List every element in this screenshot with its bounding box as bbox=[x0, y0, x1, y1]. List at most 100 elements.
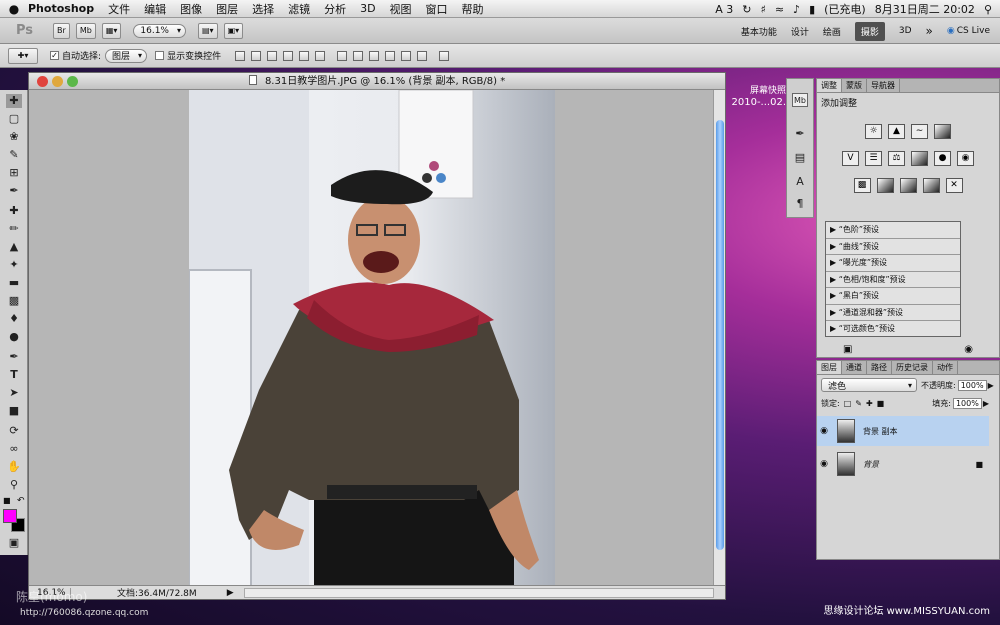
3d-orbit-tool-icon[interactable]: ∞ bbox=[6, 442, 22, 456]
zoom-level-select[interactable]: 16.1% bbox=[133, 23, 186, 38]
layer-name[interactable]: 背景 副本 bbox=[863, 426, 898, 437]
align-right-icon[interactable] bbox=[315, 50, 326, 61]
mini-bridge-panel-icon[interactable]: Mb bbox=[792, 93, 808, 107]
blur-tool-icon[interactable]: ♦ bbox=[6, 312, 22, 326]
crop-tool-icon[interactable]: ⊞ bbox=[6, 166, 22, 180]
bluetooth-icon[interactable]: ♯ bbox=[761, 3, 766, 16]
volume-icon[interactable]: ♪ bbox=[793, 3, 800, 16]
battery-icon[interactable]: ▮ bbox=[809, 3, 815, 16]
align-top-icon[interactable] bbox=[235, 50, 246, 61]
shape-tool-icon[interactable]: ■ bbox=[6, 404, 22, 418]
auto-align-icon[interactable] bbox=[439, 50, 450, 61]
levels-icon[interactable]: ▲ bbox=[888, 124, 905, 139]
marquee-tool-icon[interactable]: ▢ bbox=[6, 112, 22, 126]
swap-colors-icon[interactable]: ↶ bbox=[17, 496, 25, 506]
workspace-3d[interactable]: 3D bbox=[899, 26, 912, 36]
preset-hue-saturation[interactable]: ▶ “色相/饱和度”预设 bbox=[826, 272, 960, 288]
hand-tool-icon[interactable]: ✋ bbox=[6, 460, 22, 474]
pen-tool-icon[interactable]: ✒ bbox=[6, 350, 22, 364]
wifi-icon[interactable]: ≈ bbox=[775, 3, 784, 16]
brush-panel-icon[interactable]: ▤ bbox=[792, 151, 808, 165]
vertical-scroll-thumb[interactable] bbox=[716, 120, 724, 550]
align-hcenter-icon[interactable] bbox=[299, 50, 310, 61]
path-select-tool-icon[interactable]: ➤ bbox=[6, 386, 22, 400]
blend-mode-select[interactable]: 滤色 bbox=[821, 378, 917, 392]
tab-paths[interactable]: 路径 bbox=[867, 361, 892, 374]
tab-masks[interactable]: 蒙版 bbox=[842, 79, 867, 92]
preset-exposure[interactable]: ▶ “曝光度”预设 bbox=[826, 255, 960, 272]
curves-icon[interactable]: ∼ bbox=[911, 124, 928, 139]
menu-file[interactable]: 文件 bbox=[108, 1, 130, 17]
eyedropper-tool-icon[interactable]: ✒ bbox=[6, 184, 22, 198]
character-panel-icon[interactable]: A bbox=[792, 175, 808, 189]
hue-saturation-icon[interactable]: ☰ bbox=[865, 151, 882, 166]
preset-curves[interactable]: ▶ “曲线”预设 bbox=[826, 239, 960, 255]
workspace-design[interactable]: 设计 bbox=[791, 25, 809, 38]
invert-icon[interactable]: ▩ bbox=[853, 178, 871, 193]
workspace-more-button[interactable]: » bbox=[926, 24, 933, 38]
tab-layers[interactable]: 图层 bbox=[817, 361, 842, 374]
workspace-essentials[interactable]: 基本功能 bbox=[741, 25, 777, 38]
preset-levels[interactable]: ▶ “色阶”预设 bbox=[826, 222, 960, 239]
threshold-icon[interactable] bbox=[899, 178, 917, 193]
menu-help[interactable]: 帮助 bbox=[462, 1, 484, 17]
distribute-vcenter-icon[interactable] bbox=[353, 50, 364, 61]
lasso-tool-icon[interactable]: ❀ bbox=[6, 130, 22, 144]
spotlight-icon[interactable]: ⚲ bbox=[984, 3, 992, 16]
quick-mask-icon[interactable]: ▣ bbox=[6, 536, 22, 550]
distribute-bottom-icon[interactable] bbox=[369, 50, 380, 61]
menu-window[interactable]: 窗口 bbox=[426, 1, 448, 17]
brightness-contrast-icon[interactable]: ☼ bbox=[865, 124, 882, 139]
clone-stamp-tool-icon[interactable]: ▲ bbox=[6, 240, 22, 254]
lock-position-icon[interactable]: ✚ bbox=[866, 399, 873, 408]
menu-filter[interactable]: 滤镜 bbox=[288, 1, 310, 17]
lock-transparency-icon[interactable]: □ bbox=[844, 399, 852, 408]
black-white-icon[interactable] bbox=[911, 151, 928, 166]
input-method-indicator[interactable]: A 3 bbox=[715, 3, 733, 16]
photo-filter-icon[interactable]: ● bbox=[934, 151, 951, 166]
gradient-tool-icon[interactable]: ▩ bbox=[6, 294, 22, 308]
menu-layer[interactable]: 图层 bbox=[216, 1, 238, 17]
layer-visibility-eye-icon[interactable]: ◉ bbox=[817, 426, 831, 436]
distribute-right-icon[interactable] bbox=[417, 50, 428, 61]
distribute-hcenter-icon[interactable] bbox=[401, 50, 412, 61]
channel-mixer-icon[interactable]: ◉ bbox=[957, 151, 974, 166]
menu-image[interactable]: 图像 bbox=[180, 1, 202, 17]
zoom-tool-icon[interactable]: ⚲ bbox=[6, 478, 22, 492]
tab-actions[interactable]: 动作 bbox=[933, 361, 958, 374]
align-bottom-icon[interactable] bbox=[267, 50, 278, 61]
arrange-documents-button[interactable]: ▤▾ bbox=[197, 22, 218, 39]
paragraph-panel-icon[interactable]: ¶ bbox=[792, 197, 808, 211]
bridge-button[interactable]: Br bbox=[53, 22, 70, 39]
lock-pixels-icon[interactable]: ✎ bbox=[855, 399, 862, 408]
auto-select-target-select[interactable]: 图层 bbox=[105, 48, 148, 63]
fill-input[interactable]: 100% bbox=[952, 398, 982, 409]
color-balance-icon[interactable]: ⚖ bbox=[888, 151, 905, 166]
brush-tool-icon[interactable]: ✏ bbox=[6, 222, 22, 236]
tab-adjustments[interactable]: 调整 bbox=[817, 79, 842, 92]
lock-all-icon[interactable]: ■ bbox=[877, 399, 885, 408]
distribute-left-icon[interactable] bbox=[385, 50, 396, 61]
exposure-icon[interactable] bbox=[934, 124, 951, 139]
opacity-input[interactable]: 100% bbox=[957, 379, 987, 391]
auto-select-checkbox[interactable]: ✓ bbox=[50, 51, 59, 60]
dodge-tool-icon[interactable]: ● bbox=[6, 330, 22, 344]
preset-selective-color[interactable]: ▶ “可选颜色”预设 bbox=[826, 321, 960, 338]
layer-row-background-copy[interactable]: ◉ 背景 副本 bbox=[817, 416, 989, 446]
minimize-window-button[interactable] bbox=[52, 76, 63, 87]
view-extras-button[interactable]: ▦▾ bbox=[101, 22, 122, 39]
menu-3d[interactable]: 3D bbox=[360, 2, 375, 15]
workspace-photography[interactable]: 摄影 bbox=[854, 21, 885, 41]
vibrance-icon[interactable]: V bbox=[842, 151, 859, 166]
close-window-button[interactable] bbox=[37, 76, 48, 87]
clock[interactable]: 8月31日周二 20:02 bbox=[875, 1, 975, 17]
battery-status[interactable]: (已充电) bbox=[824, 1, 866, 17]
app-name-menu[interactable]: Photoshop bbox=[28, 2, 94, 15]
layer-visibility-eye-icon[interactable]: ◉ bbox=[817, 459, 831, 469]
document-title-bar[interactable]: 8.31日教学图片.JPG @ 16.1% (背景 副本, RGB/8) * bbox=[29, 73, 725, 90]
tab-navigator[interactable]: 导航器 bbox=[867, 79, 900, 92]
show-transform-checkbox[interactable] bbox=[155, 51, 165, 60]
menu-view[interactable]: 视图 bbox=[390, 1, 412, 17]
time-machine-icon[interactable]: ↻ bbox=[742, 3, 751, 16]
screen-mode-button[interactable]: ▣▾ bbox=[223, 22, 244, 39]
